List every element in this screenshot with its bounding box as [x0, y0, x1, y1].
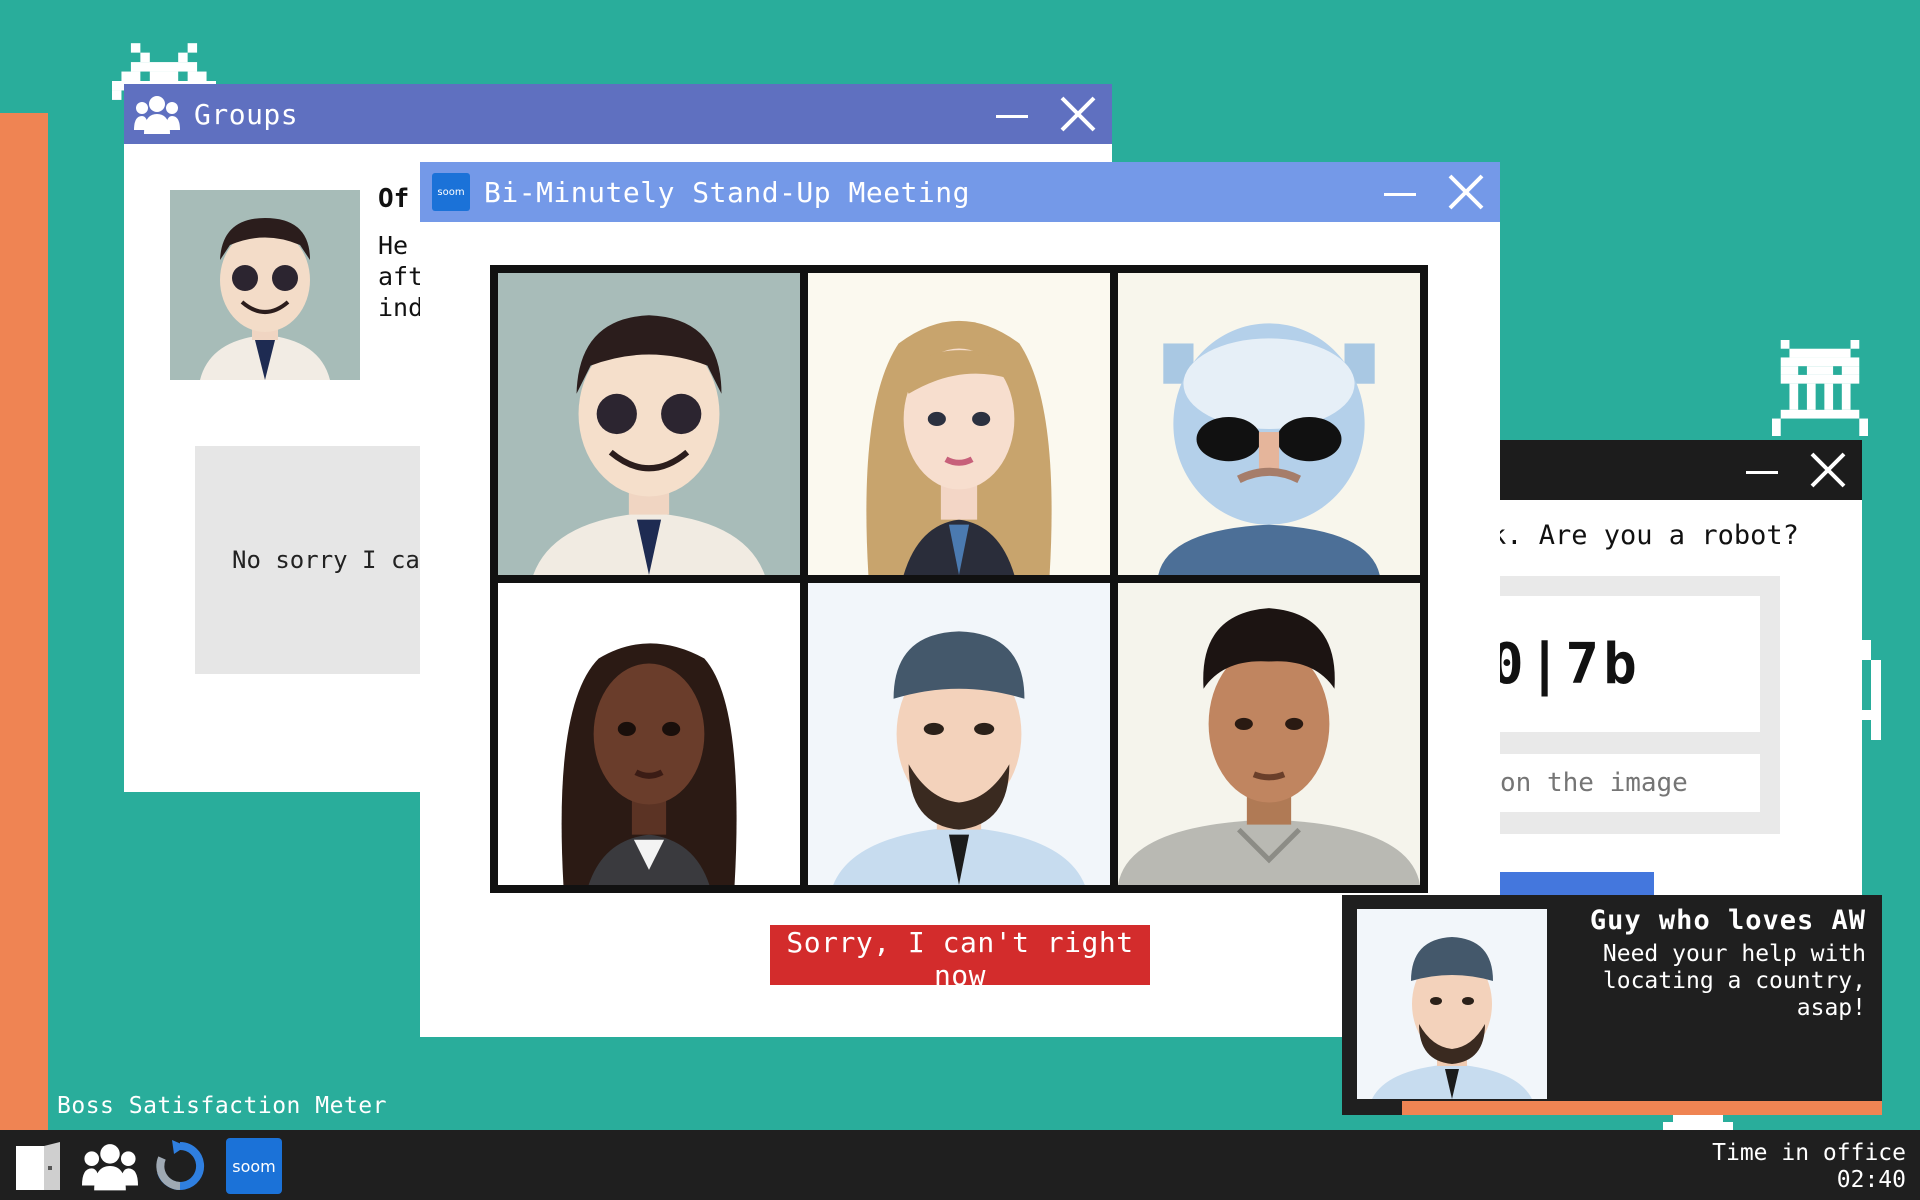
close-button[interactable]	[1436, 162, 1496, 222]
door-icon	[16, 1142, 60, 1190]
taskbar-refresh-button[interactable]	[152, 1138, 208, 1194]
avatar	[1357, 909, 1547, 1099]
time-in-office-label: Time in office	[1712, 1140, 1906, 1166]
avatar	[170, 190, 360, 380]
captcha-image: 0|7b	[1490, 596, 1760, 732]
participant-tile	[808, 583, 1110, 885]
decline-meeting-button[interactable]: Sorry, I can't right now	[770, 925, 1150, 992]
invader-icon	[1861, 640, 1881, 740]
captcha-input[interactable]	[1490, 754, 1760, 812]
invader-icon	[1772, 340, 1868, 436]
boss-satisfaction-meter	[0, 113, 48, 1130]
taskbar-soom-button[interactable]: soom	[226, 1138, 282, 1194]
participant-tile	[1118, 273, 1420, 575]
refresh-icon	[156, 1140, 205, 1190]
chat-notification[interactable]: Guy who loves AW Need your help with loc…	[1342, 895, 1882, 1115]
close-button[interactable]	[1048, 84, 1108, 144]
soom-logo-icon: soom	[432, 173, 470, 211]
taskbar-groups-button[interactable]	[82, 1138, 138, 1194]
close-button[interactable]	[1798, 440, 1858, 500]
groups-title: Groups	[194, 97, 299, 131]
close-icon	[1060, 96, 1096, 132]
invader-icon	[1663, 1112, 1733, 1132]
participant-avatar	[1118, 583, 1420, 885]
close-icon	[1810, 452, 1846, 488]
meeting-window[interactable]: soom Bi-Minutely Stand-Up Meeting Sorry,…	[420, 162, 1500, 1037]
participant-avatar	[808, 583, 1110, 885]
start-button[interactable]	[10, 1138, 66, 1194]
captcha-code: 0|7b	[1490, 632, 1641, 697]
meeting-title: Bi-Minutely Stand-Up Meeting	[484, 175, 971, 209]
participant-tile	[1118, 583, 1420, 885]
groups-titlebar[interactable]: Groups	[124, 84, 1112, 144]
captcha-question: k. Are you a robot?	[1490, 520, 1799, 551]
minimize-icon	[1384, 193, 1416, 196]
minimize-button[interactable]	[1370, 162, 1430, 222]
notification-message: Need your help with locating a country, …	[1602, 941, 1866, 1021]
close-icon	[1448, 174, 1484, 210]
boss-satisfaction-label: Boss Satisfaction Meter	[57, 1093, 387, 1119]
minimize-icon	[1746, 471, 1778, 474]
video-grid	[490, 265, 1428, 893]
participant-avatar	[808, 273, 1110, 575]
groups-icon	[134, 96, 180, 134]
participant-tile	[498, 273, 800, 575]
meeting-titlebar[interactable]: soom Bi-Minutely Stand-Up Meeting	[420, 162, 1500, 222]
participant-avatar	[1118, 273, 1420, 575]
participant-tile	[498, 583, 800, 885]
minimize-icon	[996, 115, 1028, 118]
time-in-office-value: 02:40	[1836, 1167, 1906, 1193]
groups-icon	[82, 1144, 138, 1191]
participant-avatar	[498, 273, 800, 575]
message-title: Of	[378, 184, 410, 214]
participant-tile	[808, 273, 1110, 575]
notification-timer-bar	[1402, 1101, 1882, 1115]
notification-sender: Guy who loves AW	[1589, 905, 1866, 936]
taskbar: soom Time in office 02:40	[0, 1130, 1920, 1200]
minimize-button[interactable]	[1732, 440, 1792, 500]
captcha-panel: 0|7b	[1490, 576, 1780, 834]
participant-avatar	[498, 583, 800, 885]
minimize-button[interactable]	[982, 84, 1042, 144]
